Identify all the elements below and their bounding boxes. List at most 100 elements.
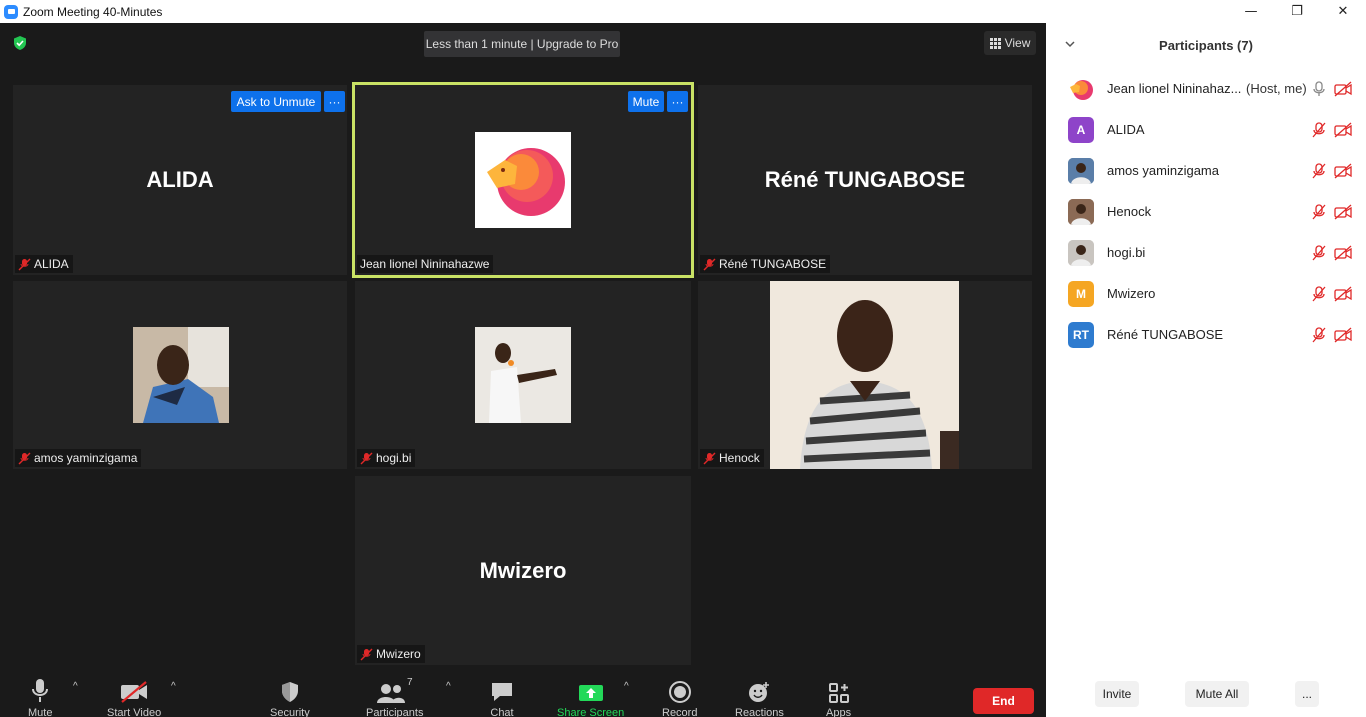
apps-label: Apps bbox=[826, 707, 852, 717]
video-off-icon[interactable] bbox=[1334, 286, 1352, 302]
title-bar: Zoom Meeting 40-Minutes bbox=[0, 0, 1046, 23]
participant-name-display: Réné TUNGABOSE bbox=[764, 167, 966, 192]
mute-button[interactable]: Mute bbox=[28, 677, 52, 717]
participant-name: Henock bbox=[1107, 204, 1152, 219]
participant-row[interactable]: amos yaminzigama bbox=[1046, 150, 1366, 191]
participant-role: (Host, me) bbox=[1246, 81, 1307, 96]
chat-button[interactable]: Chat bbox=[490, 677, 514, 717]
participant-name-label: Henock bbox=[719, 451, 760, 465]
minimize-button[interactable]: — bbox=[1228, 0, 1274, 23]
avatar bbox=[1068, 75, 1094, 102]
participant-name-tag: Jean lionel Nininahazwe bbox=[357, 255, 494, 273]
participants-icon: 7 bbox=[376, 677, 413, 703]
more-options-button[interactable]: ... bbox=[1295, 681, 1319, 707]
participant-row[interactable]: M Mwizero bbox=[1046, 273, 1366, 314]
participant-name-tag: Réné TUNGABOSE bbox=[700, 255, 831, 273]
audio-options-caret[interactable]: ^ bbox=[73, 681, 83, 692]
video-tile-hogi[interactable]: hogi.bi bbox=[355, 281, 691, 469]
participant-row[interactable]: hogi.bi bbox=[1046, 232, 1366, 273]
security-label: Security bbox=[270, 707, 310, 717]
video-off-icon[interactable] bbox=[1334, 163, 1352, 179]
record-button[interactable]: Record bbox=[662, 677, 697, 717]
participant-name-label: hogi.bi bbox=[376, 451, 412, 465]
close-button[interactable]: ✕ bbox=[1320, 0, 1366, 23]
tile-more-button[interactable]: ··· bbox=[324, 91, 345, 112]
view-button[interactable]: View bbox=[984, 31, 1036, 55]
muted-mic-icon[interactable] bbox=[1312, 162, 1326, 179]
share-screen-button[interactable]: Share Screen bbox=[557, 677, 624, 717]
panel-footer: Invite Mute All ... bbox=[1046, 677, 1366, 717]
muted-mic-icon[interactable] bbox=[1312, 203, 1326, 220]
participant-row[interactable]: Henock bbox=[1046, 191, 1366, 232]
video-off-icon bbox=[120, 677, 148, 703]
mute-all-button[interactable]: Mute All bbox=[1185, 681, 1249, 707]
record-icon bbox=[668, 677, 691, 703]
participant-name-tag: Henock bbox=[700, 449, 764, 467]
restore-button[interactable]: ❐ bbox=[1274, 0, 1320, 23]
meeting-toolbar: Mute ^ Start Video ^ Security 7 Particip… bbox=[0, 671, 1046, 717]
muted-mic-icon[interactable] bbox=[1312, 244, 1326, 261]
window-controls: — ❐ ✕ bbox=[1046, 0, 1366, 23]
end-meeting-button[interactable]: End bbox=[973, 688, 1034, 714]
participant-row[interactable]: Jean lionel Nininahaz... (Host, me) bbox=[1046, 68, 1366, 109]
view-label: View bbox=[1004, 36, 1031, 50]
upgrade-banner[interactable]: Less than 1 minute | Upgrade to Pro bbox=[424, 31, 620, 57]
participant-name: Jean lionel Nininahaz... bbox=[1107, 81, 1242, 96]
panel-title: Participants (7) bbox=[1159, 37, 1253, 53]
muted-mic-icon[interactable] bbox=[1312, 285, 1326, 302]
muted-mic-icon[interactable] bbox=[1312, 326, 1326, 343]
participant-row[interactable]: A ALIDA bbox=[1046, 109, 1366, 150]
video-off-icon[interactable] bbox=[1334, 122, 1352, 138]
participant-name: Réné TUNGABOSE bbox=[1107, 327, 1224, 342]
video-off-icon[interactable] bbox=[1334, 204, 1352, 220]
apps-button[interactable]: Apps bbox=[826, 677, 851, 717]
participant-name-label: ALIDA bbox=[34, 257, 69, 271]
muted-mic-icon bbox=[703, 452, 716, 464]
encryption-shield-icon[interactable] bbox=[12, 35, 28, 51]
video-off-icon[interactable] bbox=[1334, 327, 1352, 343]
reactions-label: Reactions bbox=[735, 707, 784, 717]
video-tile-jean[interactable]: Mute ··· Jean lionel Nininahazwe bbox=[355, 85, 691, 275]
tile-more-button[interactable]: ··· bbox=[667, 91, 688, 112]
share-screen-label: Share Screen bbox=[557, 707, 625, 717]
security-shield-icon bbox=[280, 677, 300, 703]
participant-name-label: Réné TUNGABOSE bbox=[719, 257, 827, 271]
invite-button[interactable]: Invite bbox=[1095, 681, 1139, 707]
reactions-button[interactable]: Reactions bbox=[735, 677, 784, 717]
participants-panel: Participants (7) Jean lionel Nininahaz..… bbox=[1046, 23, 1366, 717]
window-title: Zoom Meeting 40-Minutes bbox=[23, 4, 163, 19]
share-options-caret[interactable]: ^ bbox=[624, 681, 634, 692]
start-video-button[interactable]: Start Video bbox=[107, 677, 161, 717]
avatar: A bbox=[1068, 116, 1094, 143]
muted-mic-icon[interactable] bbox=[1312, 121, 1326, 138]
video-tile-alida[interactable]: ALIDA Ask to Unmute ··· ALIDA bbox=[13, 85, 347, 275]
video-tile-amos[interactable]: amos yaminzigama bbox=[13, 281, 347, 469]
avatar bbox=[1068, 157, 1094, 184]
participant-name: ALIDA bbox=[1107, 122, 1145, 137]
participant-name-label: amos yaminzigama bbox=[34, 451, 138, 465]
video-off-icon[interactable] bbox=[1334, 245, 1352, 261]
grid-icon bbox=[989, 37, 1001, 49]
participant-name-display: Mwizero bbox=[479, 557, 567, 583]
participant-name-tag: Mwizero bbox=[357, 645, 425, 663]
video-tile-mwizero[interactable]: Mwizero Mwizero bbox=[355, 476, 691, 665]
participant-name-tag: hogi.bi bbox=[357, 449, 416, 467]
video-tile-henock[interactable]: Henock bbox=[698, 281, 1032, 469]
avatar: M bbox=[1068, 280, 1094, 307]
profile-photo bbox=[475, 327, 571, 423]
participant-row[interactable]: RT Réné TUNGABOSE bbox=[1046, 314, 1366, 355]
participants-button[interactable]: 7 Participants bbox=[366, 677, 423, 717]
microphone-icon[interactable] bbox=[1312, 80, 1326, 97]
participants-options-caret[interactable]: ^ bbox=[446, 681, 456, 692]
video-feed bbox=[770, 281, 959, 469]
participants-count: 7 bbox=[406, 677, 413, 688]
mute-participant-button[interactable]: Mute bbox=[628, 91, 664, 112]
avatar bbox=[1068, 198, 1094, 225]
video-tile-rene[interactable]: Réné TUNGABOSE Réné TUNGABOSE bbox=[698, 85, 1032, 275]
chevron-down-icon[interactable] bbox=[1064, 38, 1076, 50]
video-off-icon[interactable] bbox=[1334, 81, 1352, 97]
video-options-caret[interactable]: ^ bbox=[171, 681, 181, 692]
ask-to-unmute-button[interactable]: Ask to Unmute bbox=[231, 91, 321, 112]
participant-name: Mwizero bbox=[1107, 286, 1156, 301]
security-button[interactable]: Security bbox=[270, 677, 310, 717]
